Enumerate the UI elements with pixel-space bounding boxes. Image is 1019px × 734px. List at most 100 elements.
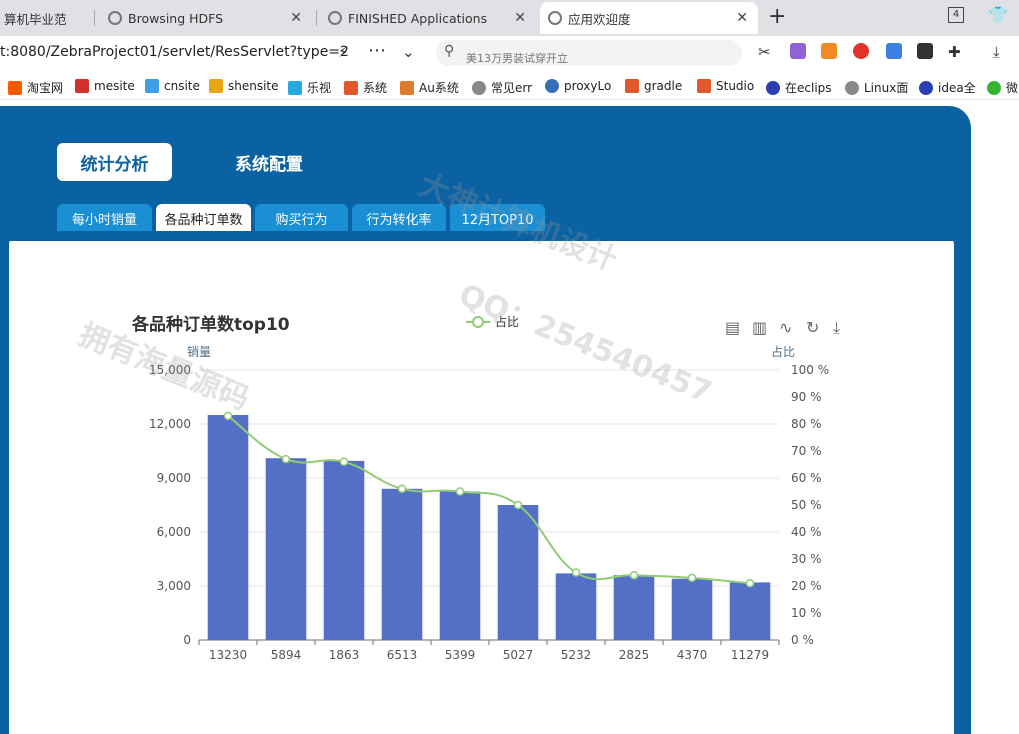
bookmark-item[interactable]: 微 (987, 79, 1018, 96)
bookmark-item[interactable]: 在eclips (766, 79, 832, 96)
bookmark-item[interactable]: 乐视 (288, 79, 331, 96)
x-tick-label: 5027 (503, 648, 534, 662)
close-icon[interactable]: ✕ (736, 10, 748, 26)
bar (207, 415, 249, 640)
browser-tab[interactable]: FINISHED Applications ✕ (320, 2, 536, 34)
search-placeholder: 美13万男装试穿开立 (466, 52, 568, 65)
line-point (571, 568, 581, 577)
subtab-purchase-behavior[interactable]: 购买行为 (255, 204, 348, 233)
bookmark-label: mesite (94, 79, 135, 93)
x-tick-label: 13230 (209, 648, 247, 662)
y-tick-label: 6,000 (157, 525, 191, 539)
browser-tab-active[interactable]: 应用欢迎度 ✕ (540, 2, 758, 34)
x-tick-label: 5399 (445, 648, 476, 662)
extensions-icon[interactable]: ✚ (948, 43, 961, 61)
bookmark-label: cnsite (164, 79, 200, 93)
bookmark-item[interactable]: 常见err (472, 79, 532, 96)
bookmark-item[interactable]: 系统 (344, 79, 387, 96)
tab-title: 算机毕业范 (4, 11, 67, 27)
subtab-hourly-sales[interactable]: 每小时销量 (57, 204, 152, 233)
line-switch-icon[interactable]: ∿ (779, 318, 792, 337)
line-point (745, 579, 755, 588)
y2-tick-label: 20 % (791, 579, 822, 593)
save-image-icon[interactable]: ⤓ (833, 318, 840, 337)
bookmark-item[interactable]: 淘宝网 (8, 79, 63, 96)
y2-tick-label: 0 % (791, 633, 814, 647)
bookmark-label: 在eclips (785, 81, 832, 95)
mail-icon[interactable] (886, 43, 902, 59)
y-tick-label: 12,000 (149, 417, 191, 431)
bookmark-icon (75, 79, 89, 93)
bookmark-item[interactable]: mesite (75, 79, 135, 93)
more-icon[interactable]: ⋯ (368, 40, 386, 61)
bookmark-label: proxyLo (564, 79, 612, 93)
y-axis-name: 销量 (187, 345, 211, 359)
bookmark-item[interactable]: shensite (209, 79, 279, 93)
tab-system-config[interactable]: 系统配置 (214, 143, 324, 181)
bookmark-item[interactable]: Studio (697, 79, 754, 93)
search-input[interactable]: ⚲ 美13万男装试穿开立 (436, 40, 742, 66)
bookmark-icon (8, 80, 22, 95)
y2-tick-label: 10 % (791, 606, 822, 620)
bookmark-item[interactable]: gradle (625, 79, 682, 93)
bar (729, 582, 771, 640)
y2-tick-label: 80 % (791, 417, 822, 431)
subtab-orders-by-category[interactable]: 各品种订单数 (156, 204, 251, 233)
x-tick-label: 1863 (329, 648, 360, 662)
url-field[interactable]: t:8080/ZebraProject01/servlet/ResServlet… (0, 44, 349, 60)
bookmark-item[interactable]: proxyLo (545, 79, 611, 93)
y2-tick-label: 100 % (791, 363, 829, 377)
bar (323, 460, 365, 640)
browser-tab[interactable]: 算机毕业范 (0, 2, 88, 34)
weibo-icon[interactable] (853, 43, 869, 59)
download-icon[interactable]: ⤓ (993, 43, 1000, 61)
bookmark-item[interactable]: Linux面 (845, 79, 908, 96)
tab-statistics[interactable]: 统计分析 (57, 143, 172, 181)
close-icon[interactable]: ✕ (514, 10, 526, 26)
bookmark-label: shensite (228, 79, 279, 93)
bookmark-item[interactable]: idea全 (919, 79, 976, 96)
close-icon[interactable]: ✕ (290, 10, 302, 26)
bookmark-item[interactable]: cnsite (145, 79, 200, 93)
bookmark-label: gradle (644, 79, 683, 93)
scissors-icon[interactable]: ✂ (758, 43, 771, 61)
y-tick-label: 0 (183, 633, 191, 647)
lightning-icon[interactable]: ⚡ (338, 43, 349, 61)
bookmark-icon (472, 80, 486, 95)
y2-tick-label: 90 % (791, 390, 822, 404)
bookmark-icon (145, 79, 159, 93)
line-point (281, 454, 291, 464)
tab-strip: 算机毕业范 Browsing HDFS ✕ FINISHED Applicati… (0, 0, 1019, 36)
y2-tick-label: 60 % (791, 471, 822, 485)
bar (671, 578, 713, 640)
bar (555, 573, 597, 640)
x-tick-label: 11279 (731, 648, 769, 662)
dashboard-panel: 统计分析 系统配置 每小时销量 各品种订单数 购买行为 行为转化率 12月TOP… (0, 106, 971, 734)
bar (439, 491, 481, 640)
bar-switch-icon[interactable]: ▥ (752, 318, 767, 337)
reader-icon[interactable] (917, 43, 933, 59)
chevron-down-icon[interactable]: ⌄ (402, 43, 415, 61)
line-point (687, 573, 697, 583)
restore-icon[interactable]: ↻ (806, 318, 819, 337)
skin-icon[interactable]: 👕 (988, 5, 1008, 24)
game-icon[interactable] (821, 43, 837, 59)
subtab-conversion-rate[interactable]: 行为转化率 (352, 204, 446, 233)
tab-count-badge[interactable]: 4 (948, 7, 964, 23)
y2-axis-name: 占比 (771, 344, 795, 359)
bookmark-icon (766, 80, 780, 95)
x-tick-label: 5232 (561, 648, 592, 662)
y2-tick-label: 70 % (791, 444, 822, 458)
bookmark-label: Studio (716, 79, 755, 93)
bookmark-icon (845, 80, 859, 95)
bookmark-icon (697, 79, 711, 93)
new-tab-button[interactable]: + (768, 4, 786, 29)
bookmark-label: 淘宝网 (27, 81, 64, 95)
subtab-dec-top10[interactable]: 12月TOP10 (450, 204, 545, 233)
translate-icon[interactable] (790, 43, 806, 59)
browser-tab[interactable]: Browsing HDFS ✕ (100, 2, 312, 34)
data-view-icon[interactable]: ▤ (725, 318, 740, 337)
bookmark-item[interactable]: Au系统 (400, 79, 459, 96)
x-tick-label: 5894 (271, 648, 302, 662)
line-point (339, 457, 349, 467)
